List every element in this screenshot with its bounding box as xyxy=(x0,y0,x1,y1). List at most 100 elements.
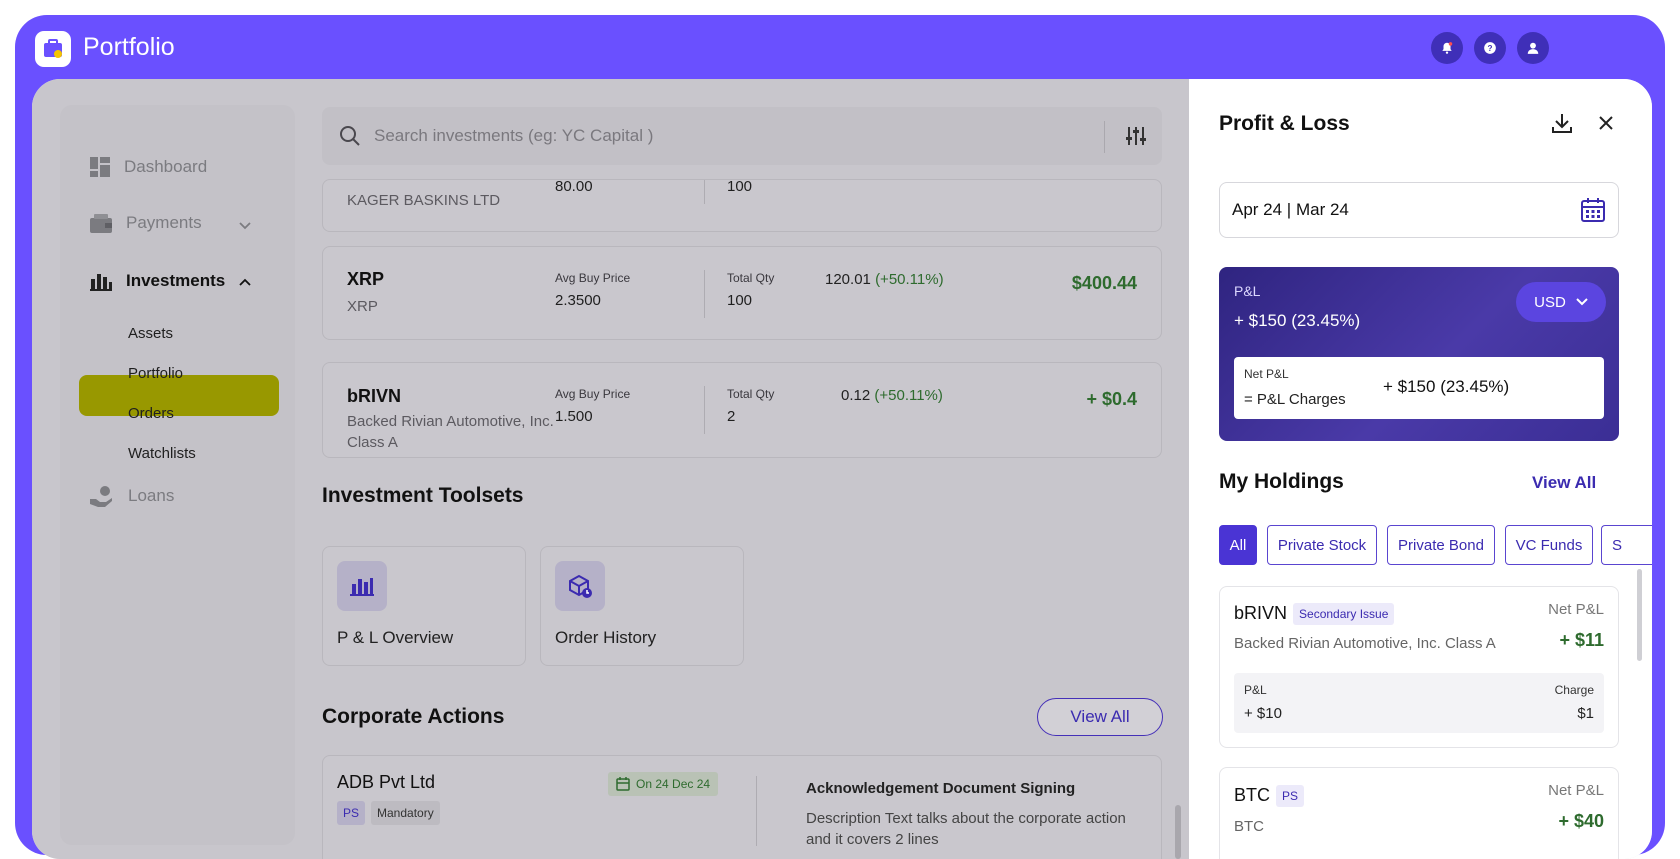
filter-chip-all[interactable]: All xyxy=(1219,525,1257,565)
investment-card[interactable]: XRP XRP Avg Buy Price 2.3500 Total Qty 1… xyxy=(322,246,1162,340)
corporate-action-card[interactable]: ADB Pvt Ltd PS Mandatory On 24 Dec 24 Ac… xyxy=(322,755,1162,859)
holding-symbol-row: bRIVN Secondary Issue xyxy=(1234,603,1395,626)
ps-tag: PS xyxy=(337,801,366,825)
qty-value: 2 xyxy=(727,408,736,425)
holding-card[interactable]: bRIVN Secondary Issue Backed Rivian Autom… xyxy=(1219,586,1619,748)
holding-charge-value: $1 xyxy=(1577,705,1594,722)
box-clock-icon xyxy=(555,561,605,611)
tool-label: Order History xyxy=(555,628,657,647)
qty-label: Total Qty xyxy=(727,271,775,285)
sidebar-item-investments[interactable]: Investments xyxy=(90,271,225,291)
holding-tag: PS xyxy=(1276,785,1305,808)
qty-label: Total Qty xyxy=(727,387,775,401)
action-title: Acknowledgement Document Signing xyxy=(806,780,1076,797)
investment-name: KAGER BASKINS LTD xyxy=(347,192,501,209)
sidebar-item-loans[interactable]: Loans xyxy=(90,485,174,507)
sidebar-item-orders[interactable]: Orders xyxy=(128,405,174,422)
holding-tag: Secondary Issue xyxy=(1293,603,1395,626)
pnl-summary-card: P&L + $150 (23.45%) USD Net P&L = P&L Ch… xyxy=(1219,267,1619,441)
main-area: Dashboard Payments Investments Assets Po… xyxy=(32,79,1652,859)
chevron-down-icon xyxy=(1576,298,1588,306)
panel-scrollbar[interactable] xyxy=(1637,569,1642,661)
content-dimmed: Dashboard Payments Investments Assets Po… xyxy=(32,79,1189,859)
holding-card[interactable]: BTC PS BTC Net P&L + $40 xyxy=(1219,767,1619,859)
investment-symbol: bRIVN xyxy=(347,386,401,406)
currency-selector[interactable]: USD xyxy=(1516,282,1606,322)
holding-net-label: Net P&L xyxy=(1548,782,1604,799)
avg-buy-value: 2.3500 xyxy=(555,292,601,309)
sidebar-item-label: Payments xyxy=(126,213,202,232)
search-input[interactable]: Search investments (eg: YC Capital ) xyxy=(374,126,653,146)
bar-chart-icon xyxy=(337,561,387,611)
holdings-view-all-link[interactable]: View All xyxy=(1532,473,1596,493)
tool-order-history[interactable]: Order History xyxy=(540,546,744,666)
qty-value: 100 xyxy=(727,179,753,195)
sidebar-item-dashboard[interactable]: Dashboard xyxy=(90,157,207,177)
holding-symbol: BTC xyxy=(1234,785,1270,805)
holding-pl-label: P&L xyxy=(1244,683,1267,697)
sidebar-item-assets[interactable]: Assets xyxy=(128,325,173,342)
company-name: ADB Pvt Ltd xyxy=(337,772,436,792)
app-title: Portfolio xyxy=(83,33,175,61)
pnl-value: 120.01 (+50.11%) xyxy=(825,271,944,288)
close-icon[interactable] xyxy=(1596,113,1616,133)
investment-card[interactable]: bRIVN Backed Rivian Automotive, Inc. Cla… xyxy=(322,362,1162,458)
holding-net-value: + $40 xyxy=(1558,811,1604,831)
help-icon[interactable]: ? xyxy=(1474,32,1506,64)
action-description: Description Text talks about the corpora… xyxy=(806,810,1126,848)
holding-symbol-row: BTC PS xyxy=(1234,785,1305,808)
card-divider xyxy=(756,776,757,846)
sidebar-item-payments[interactable]: Payments xyxy=(90,213,202,233)
profit-loss-panel: Profit & Loss Apr 24 | Mar 24 P&L + $150… xyxy=(1189,79,1652,859)
holding-pl-value: + $10 xyxy=(1244,705,1282,722)
pnl-value: 0.12 (+50.11%) xyxy=(841,387,943,404)
chevron-up-icon[interactable] xyxy=(238,277,252,287)
holdings-title: My Holdings xyxy=(1219,470,1344,493)
tool-label: P & L Overview xyxy=(337,628,454,647)
holding-net-label: Net P&L xyxy=(1548,601,1604,618)
card-divider xyxy=(704,180,705,204)
net-pnl-label: Net P&L xyxy=(1244,367,1289,381)
date-range-field[interactable]: Apr 24 | Mar 24 xyxy=(1219,182,1619,238)
card-divider xyxy=(704,270,705,318)
app-logo xyxy=(35,31,71,67)
mandatory-badge: Mandatory xyxy=(371,801,440,825)
bell-icon[interactable] xyxy=(1431,32,1463,64)
holding-net-value: + $11 xyxy=(1559,630,1604,650)
content-scrollbar[interactable] xyxy=(1175,805,1181,859)
investment-amount: $400.44 xyxy=(1071,273,1137,293)
search-bar[interactable]: Search investments (eg: YC Capital ) xyxy=(322,107,1162,165)
toolsets-title: Investment Toolsets xyxy=(322,484,524,507)
avg-buy-label: Avg Buy Price xyxy=(555,387,631,401)
download-icon[interactable] xyxy=(1550,111,1574,135)
investment-card[interactable]: 80.00 100 KAGER BASKINS LTD xyxy=(322,179,1162,232)
dashboard-icon xyxy=(90,157,110,177)
sidebar: Dashboard Payments Investments Assets Po… xyxy=(60,105,295,845)
search-icon xyxy=(340,126,360,146)
filter-chip-private-stock[interactable]: Private Stock xyxy=(1267,525,1377,565)
investment-amount: + $0.4 xyxy=(1086,389,1137,409)
user-icon[interactable] xyxy=(1517,32,1549,64)
holding-detail-box: P&L + $10 Charge $1 xyxy=(1234,673,1604,733)
sidebar-item-watchlists[interactable]: Watchlists xyxy=(128,445,196,462)
avg-buy-value: 1.500 xyxy=(555,408,593,425)
sidebar-item-label: Investments xyxy=(126,271,226,290)
sidebar-item-label: Dashboard xyxy=(124,157,208,176)
sidebar-item-portfolio[interactable]: Portfolio xyxy=(128,365,183,382)
hand-coin-icon xyxy=(90,486,112,507)
filter-chip-private-bond[interactable]: Private Bond xyxy=(1387,525,1495,565)
chevron-down-icon[interactable] xyxy=(238,221,252,231)
filter-chip-vc-funds[interactable]: VC Funds xyxy=(1505,525,1593,565)
holding-name: BTC xyxy=(1234,818,1264,835)
calendar-icon[interactable] xyxy=(1580,197,1606,223)
qty-value: 100 xyxy=(727,292,753,309)
corporate-title: Corporate Actions xyxy=(322,705,505,728)
net-pnl-value: + $150 (23.45%) xyxy=(1383,377,1510,396)
filter-sliders-icon[interactable] xyxy=(1124,124,1148,148)
svg-text:?: ? xyxy=(1488,44,1493,53)
corporate-view-all-button[interactable]: View All xyxy=(1037,698,1163,736)
date-badge: On 24 Dec 24 xyxy=(608,772,719,796)
filter-chip-more[interactable]: S xyxy=(1601,525,1652,565)
avg-buy-label: Avg Buy Price xyxy=(555,271,631,285)
tool-pl-overview[interactable]: P & L Overview xyxy=(322,546,526,666)
